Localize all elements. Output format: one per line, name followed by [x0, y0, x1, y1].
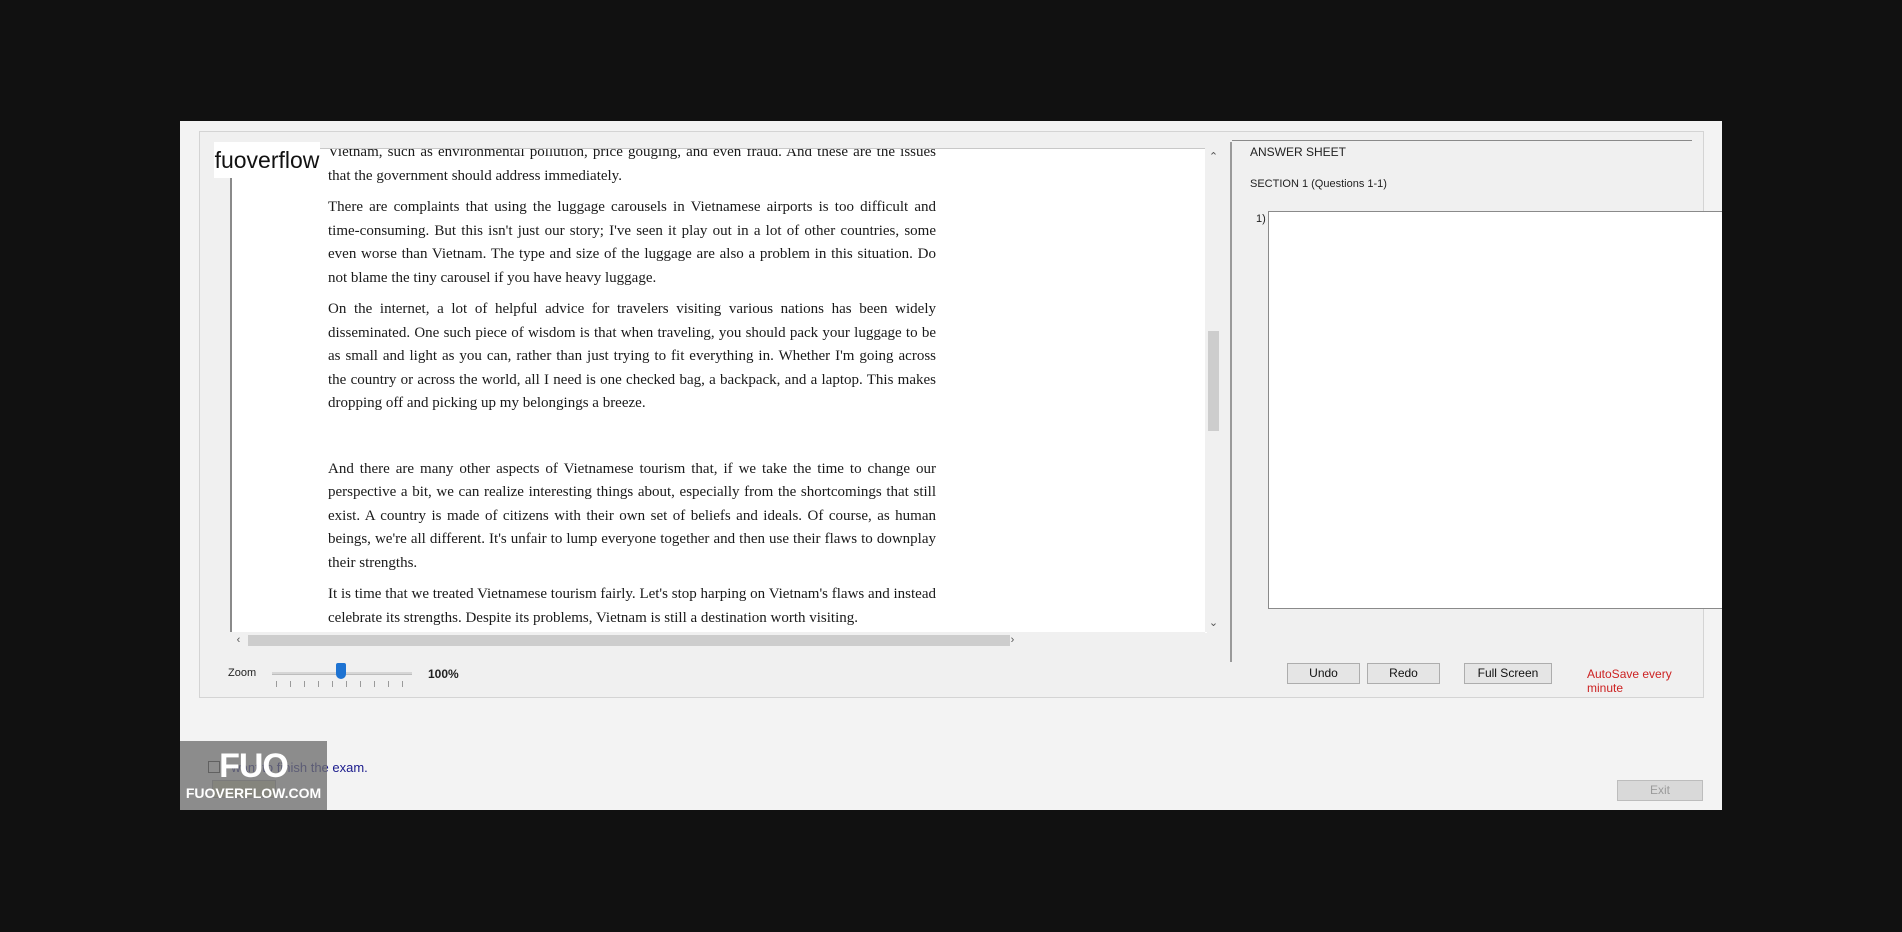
undo-button[interactable]: Undo	[1287, 663, 1360, 684]
answer-input[interactable]: ⌃ ⌄	[1268, 211, 1722, 609]
reading-vscroll-thumb[interactable]	[1208, 331, 1219, 431]
zoom-slider-ticks	[276, 681, 408, 687]
full-screen-button[interactable]: Full Screen	[1464, 663, 1552, 684]
fuoverflow-logo: fuoverflow	[214, 142, 320, 178]
redo-button[interactable]: Redo	[1367, 663, 1440, 684]
answer-sheet-rule	[1232, 140, 1692, 141]
reading-pane[interactable]: Vietnam, such as environmental pollution…	[230, 148, 1207, 633]
question-number: 1)	[1256, 213, 1266, 225]
passage-text: Vietnam, such as environmental pollution…	[328, 148, 936, 633]
autosave-status: AutoSave every minute	[1587, 667, 1672, 695]
scroll-left-icon[interactable]: ‹	[230, 633, 247, 647]
scroll-right-icon[interactable]: ›	[1004, 633, 1021, 647]
answer-sheet-title: ANSWER SHEET	[1250, 145, 1347, 159]
reading-horizontal-scrollbar[interactable]: ‹ ›	[230, 632, 1205, 649]
pane-divider[interactable]	[1230, 142, 1232, 662]
scroll-down-icon[interactable]: ⌄	[1205, 616, 1222, 630]
reading-vertical-scrollbar[interactable]: ⌃ ⌄	[1205, 148, 1222, 632]
passage-paragraph: On the internet, a lot of helpful advice…	[328, 301, 936, 411]
reading-hscroll-thumb[interactable]	[248, 635, 1010, 646]
passage-paragraph: There are complaints that using the lugg…	[328, 199, 936, 286]
zoom-label: Zoom	[228, 667, 257, 679]
exit-button[interactable]: Exit	[1617, 780, 1703, 801]
zoom-value: 100%	[428, 667, 459, 681]
watermark-logo: FUO	[219, 747, 289, 785]
zoom-slider-thumb[interactable]	[336, 663, 346, 679]
section-title: SECTION 1 (Questions 1-1)	[1250, 178, 1387, 190]
passage-paragraph: Vietnam, such as environmental pollution…	[328, 148, 936, 184]
fuo-watermark-badge: FUO FUOVERFLOW.COM	[180, 741, 327, 810]
passage-paragraph: It is time that we treated Vietnamese to…	[328, 586, 936, 626]
scroll-up-icon[interactable]: ⌃	[1205, 150, 1222, 164]
main-panel: Vietnam, such as environmental pollution…	[199, 131, 1722, 698]
exam-window: Vietnam, such as environmental pollution…	[180, 121, 1722, 810]
watermark-site: FUOVERFLOW.COM	[185, 785, 322, 801]
passage-paragraph: And there are many other aspects of Viet…	[328, 460, 936, 571]
